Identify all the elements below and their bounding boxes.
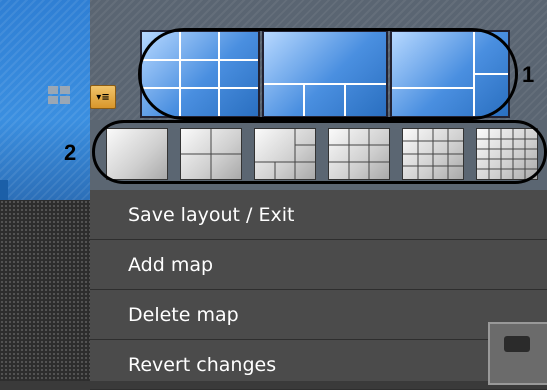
camera-icon [504,336,530,352]
menu-item-revert-changes[interactable]: Revert changes [90,340,547,390]
annotation-oval-1 [138,28,518,120]
annotation-label-1: 1 [522,62,535,87]
left-blue-strip [0,0,90,200]
menu-icon[interactable]: ▾≡ [90,85,116,109]
menu-item-delete-map[interactable]: Delete map [90,290,547,340]
menu-item-save-layout-exit[interactable]: Save layout / Exit [90,190,547,240]
annotation-oval-2 [92,120,547,184]
camera-preview [488,322,547,385]
grid-icon[interactable] [48,86,70,104]
left-dark-area [0,200,90,381]
menu-item-add-map[interactable]: Add map [90,240,547,290]
context-menu: Save layout / Exit Add map Delete map Re… [90,190,547,390]
annotation-label-2: 2 [64,140,77,165]
